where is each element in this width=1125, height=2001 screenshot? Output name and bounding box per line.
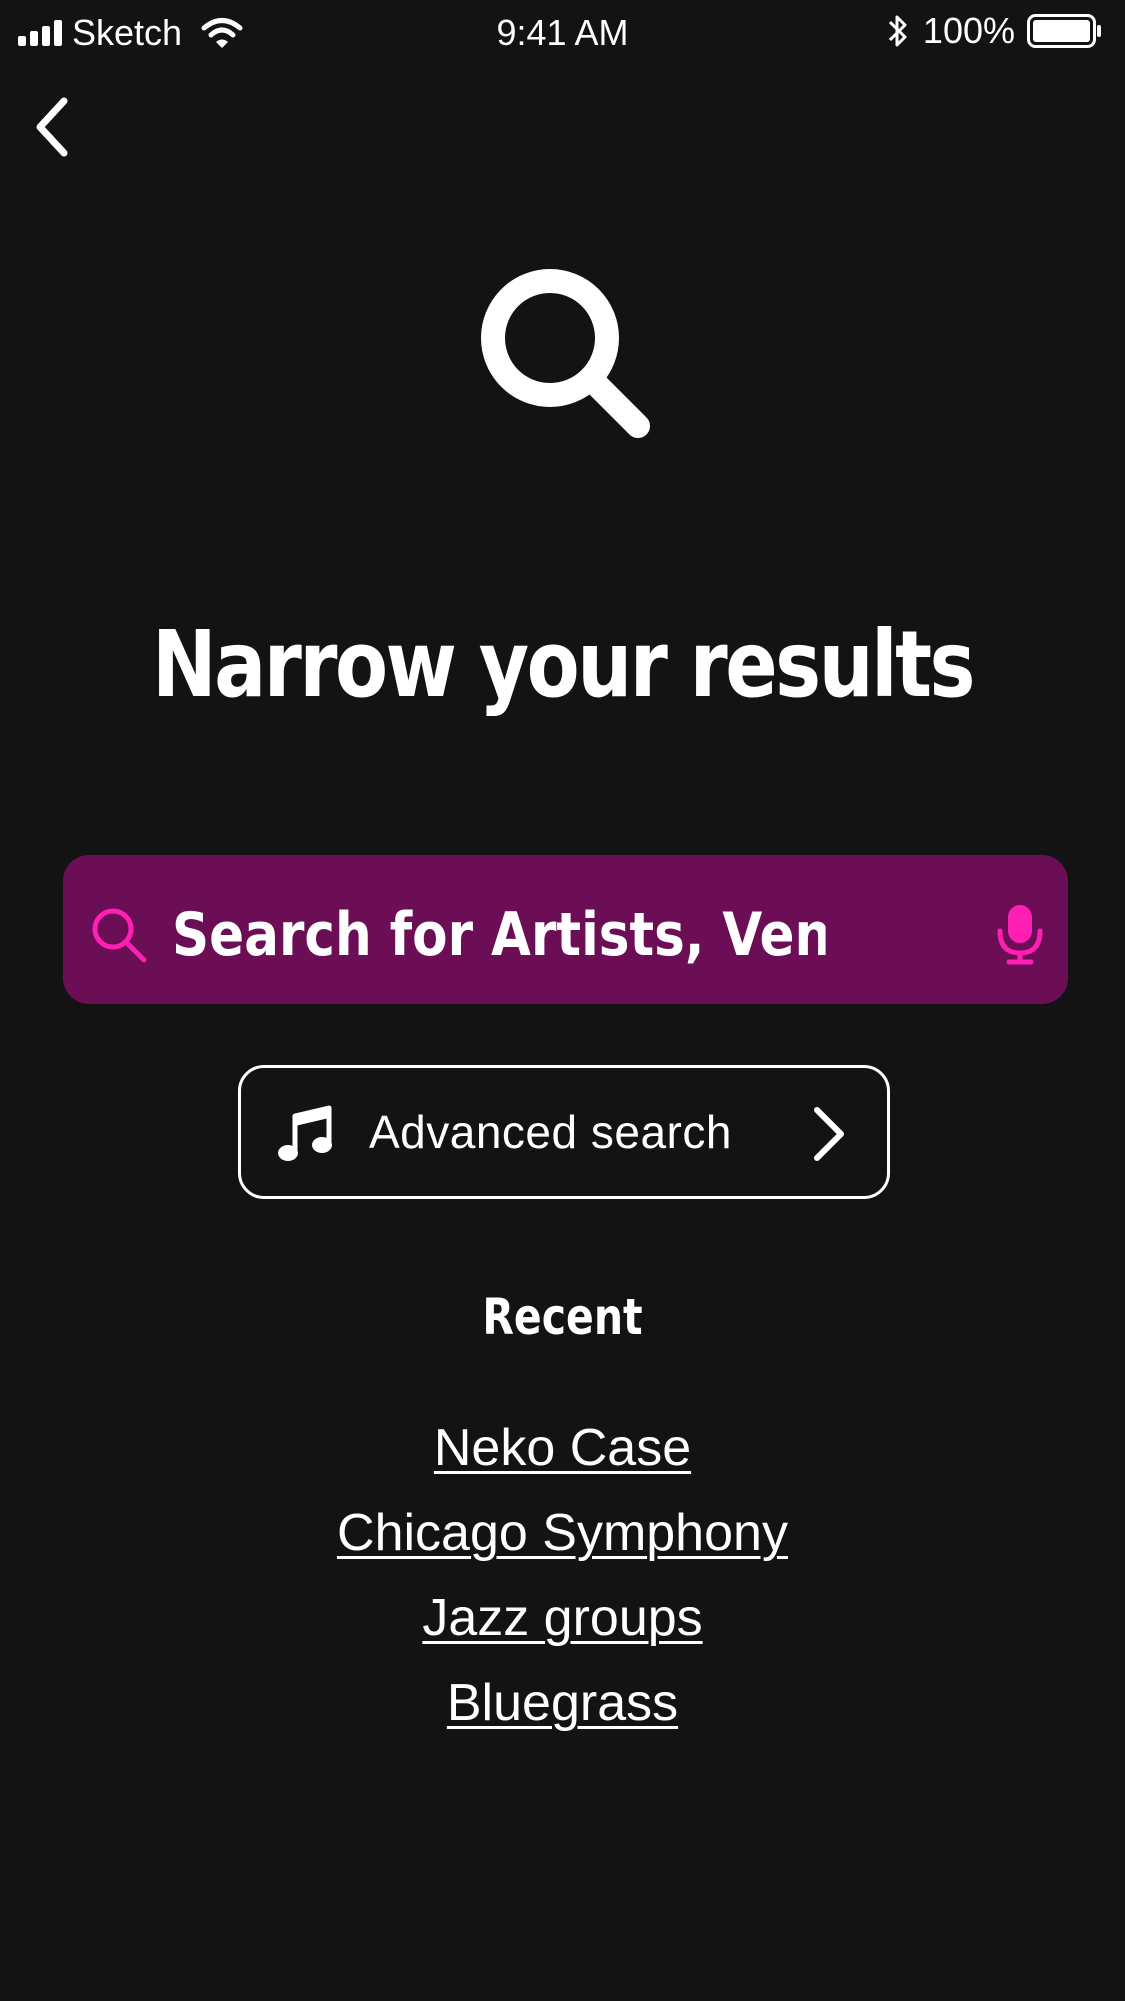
battery-percentage: 100% bbox=[922, 10, 1015, 51]
back-button[interactable] bbox=[22, 92, 82, 162]
status-right: 100% bbox=[885, 10, 1103, 52]
list-item: Chicago Symphony bbox=[0, 1495, 1125, 1580]
search-icon bbox=[481, 269, 650, 438]
list-item: Bluegrass bbox=[0, 1665, 1125, 1750]
status-bar: Sketch 9:41 AM 100% bbox=[0, 0, 1125, 66]
chevron-left-icon bbox=[36, 97, 68, 157]
search-screen: Sketch 9:41 AM 100% Narrow your results … bbox=[0, 0, 1125, 2001]
advanced-search-button[interactable]: Advanced search bbox=[238, 1065, 890, 1199]
music-note-icon bbox=[278, 1105, 332, 1161]
microphone-icon[interactable] bbox=[996, 903, 1044, 965]
list-item: Jazz groups bbox=[0, 1580, 1125, 1665]
page-title: Narrow your results bbox=[151, 611, 976, 718]
list-item: Neko Case bbox=[0, 1410, 1125, 1495]
recent-link-chicago-symphony[interactable]: Chicago Symphony bbox=[337, 1504, 788, 1562]
bluetooth-icon bbox=[888, 15, 907, 47]
recent-heading: Recent bbox=[482, 1288, 643, 1346]
advanced-search-label: Advanced search bbox=[369, 1106, 732, 1158]
recent-link-jazz-groups[interactable]: Jazz groups bbox=[422, 1589, 702, 1647]
recent-link-neko-case[interactable]: Neko Case bbox=[434, 1419, 691, 1477]
recent-list: Neko Case Chicago Symphony Jazz groups B… bbox=[0, 1410, 1125, 1750]
chevron-right-icon bbox=[814, 1107, 844, 1161]
recent-link-bluegrass[interactable]: Bluegrass bbox=[447, 1674, 678, 1732]
search-input[interactable] bbox=[172, 880, 826, 990]
search-icon bbox=[92, 908, 147, 963]
battery-icon bbox=[1027, 14, 1101, 48]
